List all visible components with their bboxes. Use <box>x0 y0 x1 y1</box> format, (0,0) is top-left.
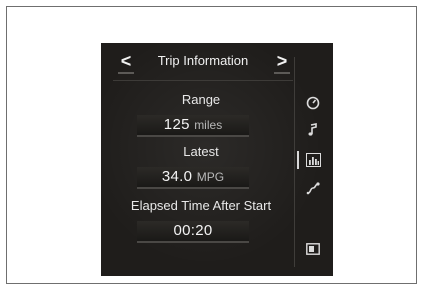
latest-unit: MPG <box>196 170 225 184</box>
figure-frame: < Trip Information > Range 125 miles Lat… <box>6 6 417 284</box>
elapsed-time-value-box: 00:20 <box>137 221 249 243</box>
range-value: 125 <box>163 116 190 133</box>
active-indicator <box>297 151 299 169</box>
header-divider <box>113 80 293 81</box>
page-title: Trip Information <box>157 53 249 68</box>
route-icon[interactable] <box>304 179 322 197</box>
latest-value: 34.0 <box>161 168 193 185</box>
range-label-text: Range <box>181 92 221 107</box>
bar-chart-icon[interactable] <box>304 151 322 169</box>
trip-info-header: < Trip Information > <box>113 51 293 81</box>
music-note-icon[interactable] <box>304 121 322 139</box>
range-label: Range <box>111 91 291 109</box>
screen-toggle-icon[interactable] <box>304 240 322 258</box>
gauge-icon[interactable] <box>304 94 322 112</box>
range-value-box: 125 miles <box>137 115 249 137</box>
elapsed-time-label-text: Elapsed Time After Start <box>130 198 272 213</box>
next-page-button[interactable]: > <box>271 51 293 74</box>
sidebar-divider <box>294 57 295 267</box>
prev-page-button[interactable]: < <box>115 51 137 74</box>
latest-value-box: 34.0 MPG <box>137 167 249 189</box>
elapsed-time-label: Elapsed Time After Start <box>111 197 291 215</box>
range-unit: miles <box>194 118 223 132</box>
latest-label: Latest <box>111 143 291 161</box>
elapsed-time-value: 00:20 <box>173 222 213 239</box>
latest-label-text: Latest <box>183 144 219 159</box>
display-screen: < Trip Information > Range 125 miles Lat… <box>101 43 333 276</box>
